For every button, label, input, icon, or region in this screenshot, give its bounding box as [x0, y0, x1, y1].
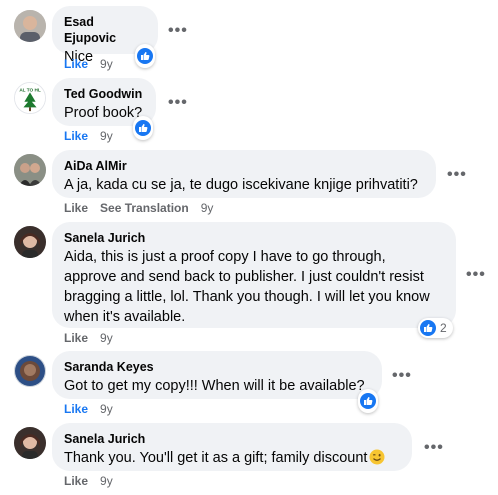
- reaction-badge[interactable]: [135, 44, 155, 68]
- timestamp[interactable]: 9y: [100, 129, 113, 143]
- comment-author[interactable]: Esad Ejupovic: [64, 14, 146, 46]
- timestamp[interactable]: 9y: [100, 402, 113, 416]
- reaction-badge[interactable]: [133, 116, 153, 140]
- avatar[interactable]: [14, 355, 46, 387]
- like-link[interactable]: Like: [64, 201, 88, 215]
- like-link[interactable]: Like: [64, 57, 88, 71]
- more-options-icon[interactable]: •••: [168, 95, 188, 111]
- comment-bubble: Sanela Jurich Thank you. You'll get it a…: [52, 423, 412, 471]
- comment-author[interactable]: AiDa AlMir: [64, 158, 424, 174]
- comment-actions: Like 9y: [64, 57, 125, 71]
- timestamp[interactable]: 9y: [201, 201, 214, 215]
- comment-author[interactable]: Saranda Keyes: [64, 359, 370, 375]
- comment-text: Thank you. You'll get it as a gift; fami…: [64, 448, 400, 468]
- winking-face-emoji-icon: [369, 449, 385, 465]
- comment-text: Aida, this is just a proof copy I have t…: [64, 247, 444, 327]
- comment-text-line: approve and send back to publisher. I ju…: [64, 269, 424, 285]
- avatar[interactable]: AL TO HL: [14, 82, 46, 114]
- avatar[interactable]: [14, 427, 46, 459]
- comment-text-line: Aida, this is just a proof copy I have t…: [64, 249, 386, 265]
- comment-actions: Like See Translation 9y: [64, 201, 225, 215]
- thumbs-up-icon: [135, 120, 151, 136]
- comment-author[interactable]: Sanela Jurich: [64, 230, 444, 246]
- comment-actions: Like 9y: [64, 129, 125, 143]
- more-options-icon[interactable]: •••: [466, 267, 486, 283]
- comment-text-line: when it's available.: [64, 309, 186, 325]
- reaction-count: 2: [440, 321, 447, 335]
- timestamp[interactable]: 9y: [100, 474, 113, 488]
- like-link[interactable]: Like: [64, 402, 88, 416]
- comment-text: Proof book?: [64, 105, 143, 121]
- comment-actions: Like 9y: [64, 474, 125, 488]
- more-options-icon[interactable]: •••: [168, 23, 188, 39]
- avatar[interactable]: [14, 154, 46, 186]
- comment-text-line: bragging a little, lol. Thank you though…: [64, 289, 430, 305]
- more-options-icon[interactable]: •••: [424, 440, 444, 456]
- like-link[interactable]: Like: [64, 331, 88, 345]
- see-translation-link[interactable]: See Translation: [100, 201, 189, 215]
- reaction-badge[interactable]: 2: [418, 318, 453, 338]
- comment-bubble: AiDa AlMir A ja, kada cu se ja, te dugo …: [52, 150, 436, 198]
- more-options-icon[interactable]: •••: [392, 368, 412, 384]
- like-link[interactable]: Like: [64, 474, 88, 488]
- comment-author[interactable]: Ted Goodwin: [64, 86, 144, 102]
- thumbs-up-icon: [360, 393, 376, 409]
- comment-text: A ja, kada cu se ja, te dugo iscekivane …: [64, 177, 418, 193]
- thumbs-up-icon: [137, 48, 153, 64]
- more-options-icon[interactable]: •••: [447, 167, 467, 183]
- timestamp[interactable]: 9y: [100, 331, 113, 345]
- thumbs-up-icon: [420, 320, 436, 336]
- comment-text-content: Thank you. You'll get it as a gift; fami…: [64, 450, 368, 466]
- comment-bubble: Saranda Keyes Got to get my copy!!! When…: [52, 351, 382, 399]
- avatar[interactable]: [14, 226, 46, 258]
- comment-author[interactable]: Sanela Jurich: [64, 431, 400, 447]
- timestamp[interactable]: 9y: [100, 57, 113, 71]
- comment-bubble: Sanela Jurich Aida, this is just a proof…: [52, 222, 456, 328]
- comment-actions: Like 9y: [64, 331, 125, 345]
- svg-text:AL TO HL: AL TO HL: [19, 87, 41, 92]
- reaction-badge[interactable]: [358, 389, 378, 413]
- comment-text: Got to get my copy!!! When will it be av…: [64, 378, 365, 394]
- like-link[interactable]: Like: [64, 129, 88, 143]
- comment-actions: Like 9y: [64, 402, 125, 416]
- avatar[interactable]: [14, 10, 46, 42]
